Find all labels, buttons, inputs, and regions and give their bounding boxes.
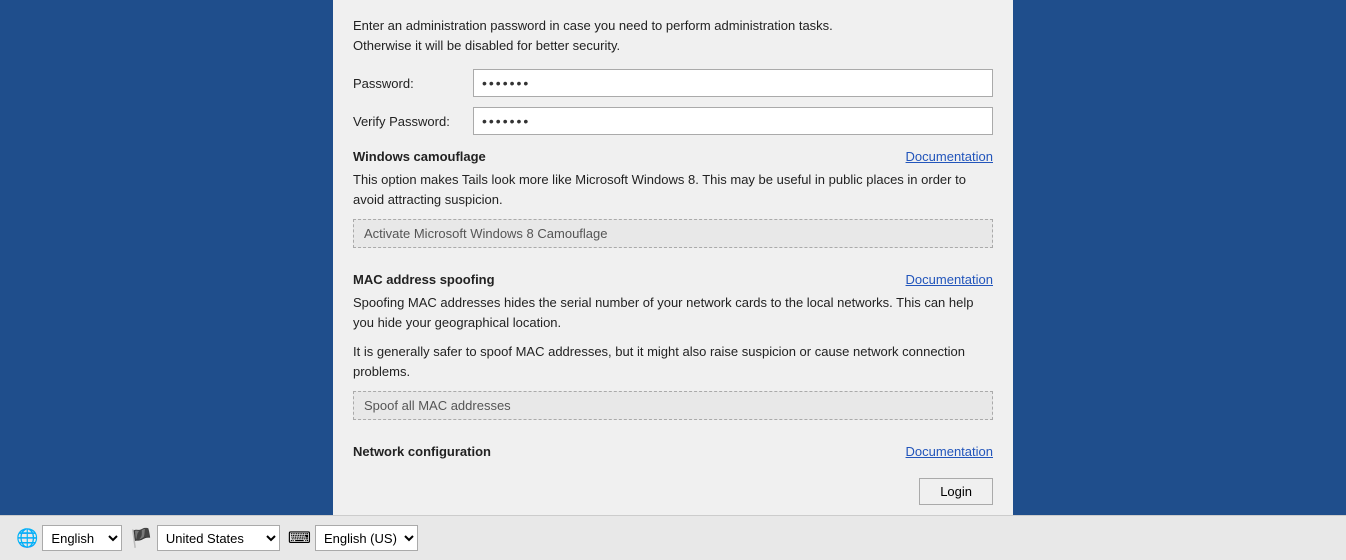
- intro-text: Enter an administration password in case…: [353, 16, 993, 55]
- mac-spoofing-title: MAC address spoofing: [353, 272, 495, 287]
- intro-line2: Otherwise it will be disabled for better…: [353, 38, 620, 53]
- windows-camouflage-title: Windows camouflage: [353, 149, 486, 164]
- settings-panel: Enter an administration password in case…: [333, 0, 1013, 515]
- bottom-bar: 🌐 English Français Deutsch Español 🏴 Uni…: [0, 515, 1346, 560]
- keyboard-icon: ⌨: [288, 528, 311, 548]
- network-config-title: Network configuration: [353, 444, 491, 459]
- language-group: 🌐 English Français Deutsch Español: [16, 525, 122, 551]
- password-row: Password:: [353, 69, 993, 97]
- network-config-doc-link[interactable]: Documentation: [906, 444, 993, 459]
- password-label: Password:: [353, 76, 473, 91]
- globe-icon: 🌐: [16, 528, 38, 549]
- password-input[interactable]: [473, 69, 993, 97]
- verify-password-input[interactable]: [473, 107, 993, 135]
- network-config-header: Network configuration Documentation: [353, 444, 993, 459]
- login-btn-container: Login: [919, 478, 993, 505]
- mac-spoofing-doc-link[interactable]: Documentation: [906, 272, 993, 287]
- mac-spoofing-header: MAC address spoofing Documentation: [353, 272, 993, 287]
- windows-camouflage-body: This option makes Tails look more like M…: [353, 170, 993, 209]
- mac-spoofing-body1: Spoofing MAC addresses hides the serial …: [353, 293, 993, 332]
- intro-line1: Enter an administration password in case…: [353, 18, 833, 33]
- flag-icon: 🏴: [130, 528, 152, 549]
- language-select[interactable]: English Français Deutsch Español: [42, 525, 122, 551]
- country-select[interactable]: United States United Kingdom Canada Germ…: [157, 525, 280, 551]
- verify-password-row: Verify Password:: [353, 107, 993, 135]
- country-group: 🏴 United States United Kingdom Canada Ge…: [130, 525, 279, 551]
- keyboard-select[interactable]: English (US) English (UK) French German: [315, 525, 418, 551]
- keyboard-group: ⌨ English (US) English (UK) French Germa…: [288, 525, 418, 551]
- login-button[interactable]: Login: [919, 478, 993, 505]
- windows-camouflage-header: Windows camouflage Documentation: [353, 149, 993, 164]
- verify-password-label: Verify Password:: [353, 114, 473, 129]
- mac-spoofing-body2: It is generally safer to spoof MAC addre…: [353, 342, 993, 381]
- windows-camouflage-doc-link[interactable]: Documentation: [906, 149, 993, 164]
- spoof-mac-button[interactable]: Spoof all MAC addresses: [353, 391, 993, 420]
- activate-camouflage-button[interactable]: Activate Microsoft Windows 8 Camouflage: [353, 219, 993, 248]
